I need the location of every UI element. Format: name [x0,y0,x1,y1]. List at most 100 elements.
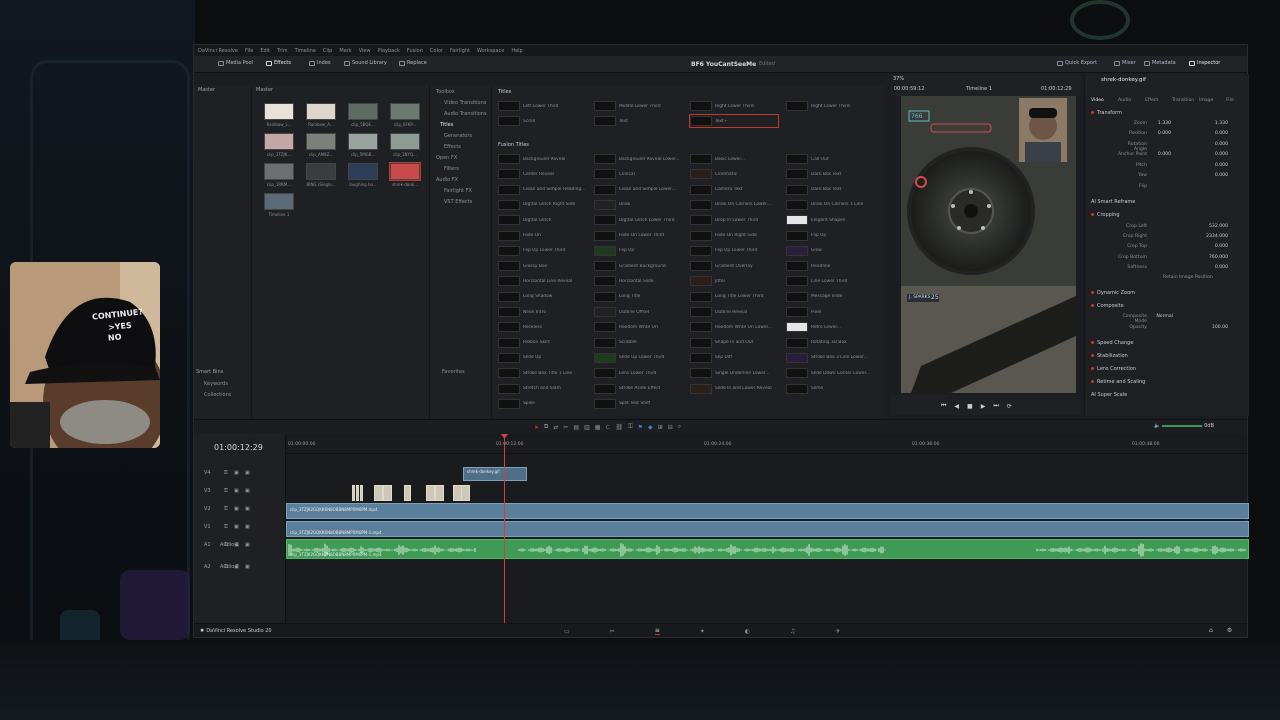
stop-icon[interactable]: ■ [967,403,973,410]
linked-selection-icon[interactable]: ⛓ [615,424,623,431]
replace-button[interactable]: Replace [399,60,427,66]
track-lock-icon[interactable]: ⚿ [224,524,228,530]
cut-page-icon[interactable]: ✂ [610,628,615,635]
zoom-detail-icon[interactable]: ⊟ [668,424,673,431]
fusion-title-template[interactable]: Long Title [594,291,682,303]
dynamic-trim-icon[interactable]: ⇄ [553,424,558,431]
effects-tree-item[interactable]: Titles [440,122,453,128]
fusion-title-template[interactable]: Fade On [498,230,586,242]
fairlight-page-icon[interactable]: ♫ [790,628,795,635]
zoom-x-value[interactable]: 1.330 [1143,121,1171,126]
clip-thumbnail[interactable] [264,103,294,120]
zoom-full-icon[interactable]: ⊞ [658,424,663,431]
fusion-title-template[interactable]: Outline Offset [594,306,682,318]
insert-clip-icon[interactable]: ▤ [573,424,579,431]
fusion-title-template[interactable]: Stretch and Slam [498,383,586,395]
menu-item[interactable]: Clip [323,48,332,54]
index-button[interactable]: Index [309,60,331,66]
track-lock-icon[interactable]: ⚿ [224,506,228,512]
title-template[interactable]: Left Lower Third [498,100,586,112]
section-enabled-icon[interactable] [1091,304,1094,307]
fusion-title-template[interactable]: Random Write On [594,321,682,333]
composite-section[interactable]: Composite [1091,303,1124,309]
viewer-timeline-name[interactable]: Timeline 1 [966,86,992,92]
menu-item[interactable]: Fairlight [450,48,470,54]
clip-thumbnail[interactable] [390,133,420,150]
clip-v3[interactable] [374,485,383,501]
section-enabled-icon[interactable] [1091,291,1094,294]
fusion-title-template[interactable]: Digital Glitch Right Side [498,199,586,211]
fusion-title-template[interactable]: Split Text Shift [594,398,682,410]
home-icon[interactable]: ⌂ [1209,627,1213,634]
overwrite-clip-icon[interactable]: ▥ [584,424,590,431]
fusion-title-template[interactable]: Outline Reveal [690,306,778,318]
pitch-value[interactable]: 0.000 [1200,163,1228,168]
clip-thumbnail[interactable] [306,133,336,150]
fusion-title-template[interactable]: Digital Glitch Lower Third [594,214,682,226]
fusion-title-template[interactable]: Glossy Box [498,260,586,272]
fusion-title-template[interactable]: Flip Up [786,230,874,242]
fusion-title-template[interactable]: Draw On Corners 1 Line [786,199,874,211]
fusion-title-template[interactable]: Reckless [498,321,586,333]
fusion-title-template[interactable]: Stroke Box Title 1 Line [498,367,586,379]
effects-tree-item[interactable]: Open FX [436,155,457,161]
title-template[interactable]: Right Lower Third [786,100,874,112]
play-icon[interactable]: ▶ [981,403,986,410]
trim-tool-icon[interactable]: ⧉ [544,423,548,431]
title-template[interactable]: Scroll [498,115,586,127]
inspector-tab[interactable]: Video [1091,98,1104,103]
volume-slider[interactable] [1162,425,1203,427]
color-page-icon[interactable]: ◐ [745,628,750,635]
fusion-title-template[interactable]: Background Reveal [498,153,586,165]
clip-thumbnail[interactable] [264,163,294,180]
timeline-ruler[interactable]: 01:00:00:00 01:00:12:00 01:00:24:00 01:00:3… [286,434,1249,454]
skip-back-icon[interactable]: ⏮ [941,402,946,410]
zoom-value[interactable]: 1.330 [1200,121,1228,126]
timeline-tracks[interactable]: shrek-donkey.gif clip_3TZJK2GQKK6N8OBBN8… [286,434,1249,625]
replace-clip-icon[interactable]: ▦ [595,424,601,431]
crop-bottom-value[interactable]: 760.000 [1200,255,1228,260]
fusion-title-template[interactable]: Basic Lower... [690,153,778,165]
inspector-tab[interactable]: Effect [1145,98,1158,103]
fusion-title-template[interactable]: Scribble [594,337,682,349]
softness-value[interactable]: 0.000 [1200,265,1228,270]
quick-export-button[interactable]: Quick Export [1057,60,1097,66]
fusion-title-template[interactable]: Flip Up Lower Third [690,245,778,257]
crop-left-value[interactable]: 532.000 [1200,224,1228,229]
playhead[interactable] [504,434,505,625]
lens-correction-section[interactable]: Lens Correction [1091,366,1136,372]
inspector-tab[interactable]: File [1226,98,1234,103]
menu-item[interactable]: DaVinci Resolve [198,48,238,54]
volume-control[interactable]: 🔈 0dB [1154,423,1214,429]
fusion-title-template[interactable]: Ribbon Skirt [498,337,586,349]
fusion-title-template[interactable]: Line Lower Third [786,275,874,287]
smart-reframe-section[interactable]: AI Smart Reframe [1091,199,1135,205]
track-visibility-icon[interactable]: ▣ [245,488,250,494]
effects-tree-item[interactable]: Fairlight FX [444,188,472,194]
zoom-custom-icon[interactable]: ⌕ [678,423,681,431]
smart-bin-collections[interactable]: Collections [204,392,231,398]
menu-item[interactable]: Workspace [477,48,504,54]
clip-thumbnail[interactable] [348,103,378,120]
clip-thumbnail[interactable] [348,163,378,180]
fusion-title-template[interactable]: Retro Lower... [786,321,874,333]
fusion-page-icon[interactable]: ✦ [700,628,705,635]
fusion-title-template[interactable]: Stroke Box 3 Line Lower... [786,352,874,364]
mixer-button[interactable]: Mixer [1114,60,1136,66]
fusion-title-template[interactable]: Slide In and Lower Reveal [690,383,778,395]
track-visibility-icon[interactable]: ▣ [245,506,250,512]
inspector-tab[interactable]: Transition [1172,98,1194,103]
menu-item[interactable]: Timeline [295,48,316,54]
section-enabled-icon[interactable] [1091,367,1094,370]
transform-section[interactable]: Transform [1091,110,1122,116]
fusion-title-template[interactable]: Headline [786,260,874,272]
clip-thumbnail[interactable] [306,163,336,180]
clip-v3[interactable] [426,485,435,501]
fusion-title-template[interactable]: Jitter [690,275,778,287]
position-value[interactable]: 0.000 [1200,131,1228,136]
deliver-page-icon[interactable]: ✈ [835,628,840,635]
fusion-title-template[interactable]: Fade On Lower Third [594,230,682,242]
effects-tree-item[interactable]: VST Effects [444,199,472,205]
anchor-value[interactable]: 0.000 [1200,152,1228,157]
fusion-title-template[interactable]: Message Slide [786,291,874,303]
